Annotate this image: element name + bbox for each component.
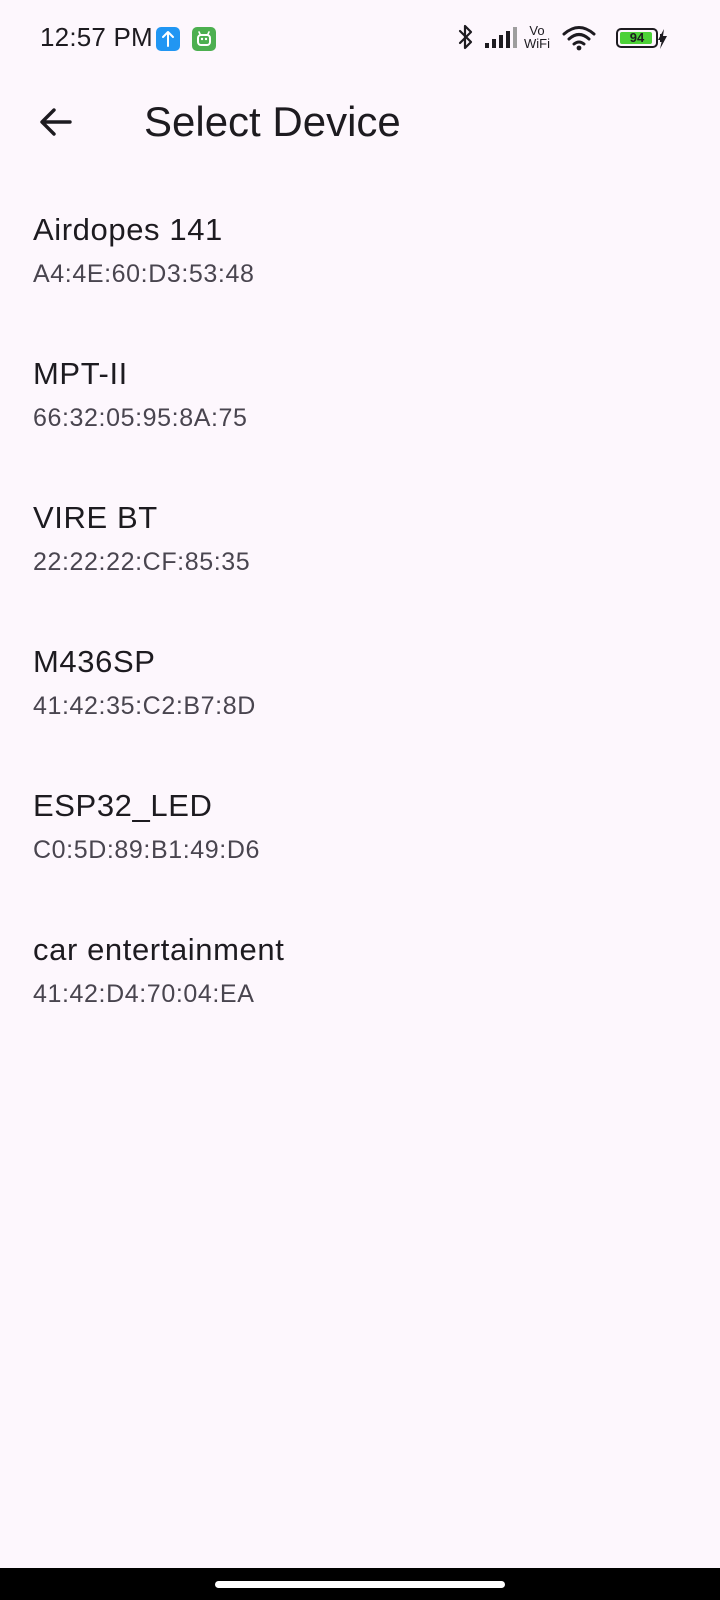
device-item-airdopes-141[interactable]: Airdopes 141 A4:4E:60:D3:53:48 xyxy=(0,196,720,340)
device-address: 41:42:35:C2:B7:8D xyxy=(33,692,256,720)
device-name: car entertainment xyxy=(33,932,285,967)
android-icon xyxy=(192,27,216,51)
device-item-car-entertainment[interactable]: car entertainment 41:42:D4:70:04:EA xyxy=(0,916,720,1060)
bluetooth-icon xyxy=(456,22,476,58)
device-item-m436sp[interactable]: M436SP 41:42:35:C2:B7:8D xyxy=(0,628,720,772)
page-title: Select Device xyxy=(144,98,401,145)
device-item-mpt-ii[interactable]: MPT-II 66:32:05:95:8A:75 xyxy=(0,340,720,484)
signal-icon xyxy=(484,22,520,58)
device-address: 66:32:05:95:8A:75 xyxy=(33,404,248,432)
arrow-back-icon xyxy=(38,104,74,145)
navigation-bar xyxy=(0,1568,720,1600)
battery-level: 94 xyxy=(629,30,645,45)
upload-icon xyxy=(156,27,180,51)
device-item-esp32-led[interactable]: ESP32_LED C0:5D:89:B1:49:D6 xyxy=(0,772,720,916)
charging-icon xyxy=(654,22,670,58)
device-address: 41:42:D4:70:04:EA xyxy=(33,980,255,1008)
vowifi-label-bottom: WiFi xyxy=(524,36,550,51)
wifi-icon xyxy=(562,22,596,58)
device-name: M436SP xyxy=(33,644,156,679)
device-item-vire-bt[interactable]: VIRE BT 22:22:22:CF:85:35 xyxy=(0,484,720,628)
device-address: C0:5D:89:B1:49:D6 xyxy=(33,836,260,864)
device-name: VIRE BT xyxy=(33,500,158,535)
app-bar: Select Device xyxy=(0,80,720,168)
home-indicator[interactable] xyxy=(215,1581,505,1588)
device-name: MPT-II xyxy=(33,356,128,391)
device-list: Airdopes 141 A4:4E:60:D3:53:48 MPT-II 66… xyxy=(0,196,720,1060)
device-address: 22:22:22:CF:85:35 xyxy=(33,548,251,576)
vowifi-icon: Vo WiFi xyxy=(524,24,550,50)
device-name: Airdopes 141 xyxy=(33,212,223,247)
back-button[interactable] xyxy=(20,80,92,168)
device-name: ESP32_LED xyxy=(33,788,213,823)
status-time: 12:57 PM xyxy=(40,22,153,52)
status-bar: 12:57 PM Vo WiFi 94 xyxy=(0,0,720,80)
device-address: A4:4E:60:D3:53:48 xyxy=(33,260,255,288)
battery-icon: 94 xyxy=(616,28,658,48)
